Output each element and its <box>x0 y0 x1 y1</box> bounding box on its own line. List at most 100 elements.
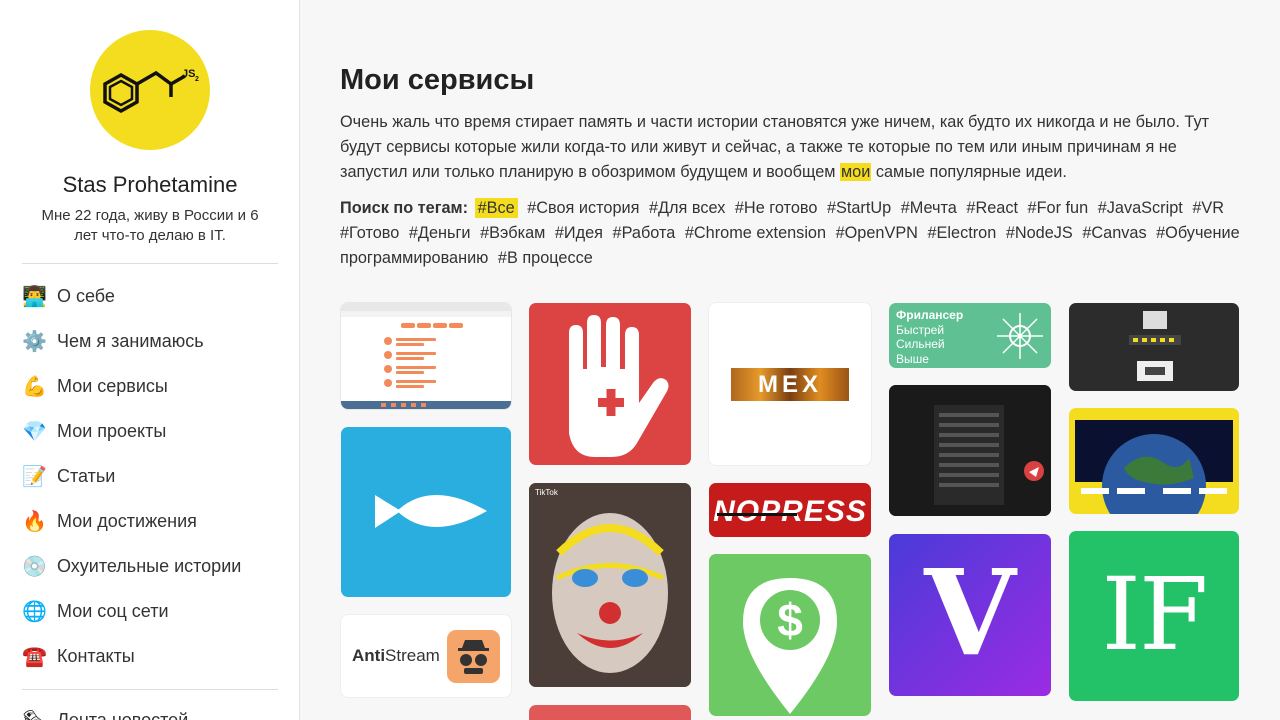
mex-text: MEX <box>757 370 822 398</box>
intro-text: Очень жаль что время стирает память и ча… <box>340 110 1245 185</box>
freelancer-line: Выше <box>896 351 929 366</box>
nopress-text: NOPRESS <box>713 495 867 528</box>
tag-1[interactable]: #Своя история <box>527 199 639 217</box>
service-card-tiktok-mask[interactable]: TikTok <box>529 483 691 687</box>
tag-7[interactable]: #For fun <box>1028 199 1089 217</box>
tiktok-watermark: TikTok <box>535 488 559 497</box>
freelancer-text: Фрилансер Быстрей Сильней Выше <box>896 308 963 366</box>
service-card-screenshot-app[interactable] <box>341 303 511 409</box>
arcade-screenshot <box>1129 311 1181 381</box>
service-card-nopress[interactable]: NOPRESS <box>709 483 871 537</box>
nav-item-articles[interactable]: 📝 Статьи <box>22 454 282 499</box>
nav-label: Мои сервисы <box>57 376 168 396</box>
intro-highlight: мои <box>839 163 872 181</box>
spy-icon <box>447 630 500 683</box>
nav-label: Контакты <box>57 646 135 666</box>
profile-logo[interactable]: JS 2 <box>90 30 210 150</box>
tag-13[interactable]: #Идея <box>555 224 603 242</box>
tags-label: Поиск по тегам: <box>340 199 469 217</box>
logo-text: JS <box>182 68 195 80</box>
service-card-earth[interactable] <box>1069 408 1239 514</box>
technologist-icon: 👨‍💻 <box>22 285 47 308</box>
earth-screenshot <box>1075 420 1233 514</box>
service-card-if[interactable]: IF <box>1069 531 1239 701</box>
fire-icon: 🔥 <box>22 510 47 533</box>
gem-icon: 💎 <box>22 420 47 443</box>
nav-item-about[interactable]: 👨‍💻 О себе <box>22 274 282 319</box>
profile-name: Stas Prohetamine <box>62 172 238 197</box>
tag-3[interactable]: #Не готово <box>735 199 818 217</box>
tag-0[interactable]: #Все <box>474 198 518 218</box>
service-card-v[interactable]: V <box>889 534 1051 696</box>
tag-2[interactable]: #Для всех <box>649 199 725 217</box>
service-card-mex[interactable]: MEX <box>709 303 871 465</box>
nav-item-what-i-do[interactable]: ⚙️ Чем я занимаюсь <box>22 319 282 364</box>
nav-label: Чем я занимаюсь <box>57 331 204 351</box>
antistream-title: AntiStream <box>352 646 440 666</box>
tag-filter: Поиск по тегам: #Все #Своя история #Для … <box>340 196 1240 271</box>
service-card-hand[interactable] <box>529 303 691 465</box>
nav-label: Мои соц сети <box>57 601 169 621</box>
joker-face-image: TikTok <box>529 483 691 687</box>
nav-label: Мои достижения <box>57 511 197 531</box>
sidebar-divider <box>22 263 278 264</box>
profile-bio: Мне 22 года, живу в России и 6 лет что-т… <box>41 207 259 244</box>
service-card-antistream[interactable]: AntiStream <box>341 615 511 697</box>
tag-8[interactable]: #JavaScript <box>1098 199 1183 217</box>
money-location-pin-icon: $ <box>743 578 837 714</box>
service-card-fish[interactable] <box>341 427 511 597</box>
tag-9[interactable]: #VR <box>1192 199 1224 217</box>
globe-icon: 🌐 <box>22 600 47 623</box>
benzene-molecule-icon: JS 2 <box>103 68 199 114</box>
service-card-money-pin[interactable]: $ <box>709 554 871 716</box>
nav-label: Мои проекты <box>57 421 167 441</box>
tag-18[interactable]: #NodeJS <box>1006 224 1073 242</box>
service-card-partial[interactable] <box>529 705 691 720</box>
service-card-freelancer[interactable]: Фрилансер Быстрей Сильней Выше <box>889 303 1051 368</box>
nav-item-news-feed[interactable]: 🗞 Лента новостей <box>22 698 188 720</box>
nav-item-achievements[interactable]: 🔥 Мои достижения <box>22 499 282 544</box>
nav-item-social[interactable]: 🌐 Мои соц сети <box>22 589 282 634</box>
nav-label: О себе <box>57 286 115 306</box>
tag-10[interactable]: #Готово <box>340 224 399 242</box>
service-card-vpn-app[interactable] <box>889 385 1051 516</box>
tag-21[interactable]: #В процессе <box>498 249 593 267</box>
sidebar-nav: 👨‍💻 О себе ⚙️ Чем я занимаюсь 💪 Мои сервисы… <box>22 274 282 679</box>
page-title: Мои сервисы <box>340 64 535 96</box>
antistream-rest: Stream <box>385 646 440 665</box>
shattered-glass-icon <box>997 313 1043 359</box>
intro-text-part: самые популярные идеи. <box>871 163 1067 181</box>
v-letter: V <box>924 543 1016 682</box>
nav-label: Охуительные истории <box>57 556 242 576</box>
tag-19[interactable]: #Canvas <box>1082 224 1146 242</box>
newspaper-icon: 🗞 <box>22 709 47 720</box>
svg-text:$: $ <box>777 594 803 646</box>
sidebar: JS 2 Stas Prohetamine Мне 22 года, живу … <box>0 0 300 720</box>
tag-16[interactable]: #OpenVPN <box>836 224 918 242</box>
nav-item-services[interactable]: 💪 Мои сервисы <box>22 364 282 409</box>
tag-6[interactable]: #React <box>966 199 1018 217</box>
tag-12[interactable]: #Вэбкам <box>480 224 545 242</box>
fish-logo-icon <box>375 495 487 528</box>
sidebar-divider <box>22 689 278 690</box>
nav-label: Статьи <box>57 466 116 486</box>
tag-14[interactable]: #Работа <box>613 224 676 242</box>
freelancer-line: Сильней <box>896 337 945 351</box>
antistream-bold: Anti <box>352 646 386 665</box>
service-card-arcade[interactable] <box>1069 303 1239 391</box>
nav-item-contacts[interactable]: ☎️ Контакты <box>22 634 282 679</box>
nopress-strike <box>717 513 797 516</box>
medical-hand-icon <box>569 315 669 457</box>
tag-15[interactable]: #Chrome extension <box>685 224 826 242</box>
tag-11[interactable]: #Деньги <box>409 224 471 242</box>
tag-4[interactable]: #StartUp <box>827 199 891 217</box>
tag-17[interactable]: #Electron <box>927 224 996 242</box>
nav-item-stories[interactable]: 💿 Охуительные истории <box>22 544 282 589</box>
nav-item-projects[interactable]: 💎 Мои проекты <box>22 409 282 454</box>
memo-icon: 📝 <box>22 465 47 488</box>
intro-text-part: Очень жаль что время стирает память и ча… <box>340 113 1210 181</box>
telephone-icon: ☎️ <box>22 645 47 668</box>
freelancer-line: Быстрей <box>896 322 945 337</box>
app-screenshot-thumbnail <box>341 303 511 409</box>
tag-5[interactable]: #Мечта <box>901 199 957 217</box>
